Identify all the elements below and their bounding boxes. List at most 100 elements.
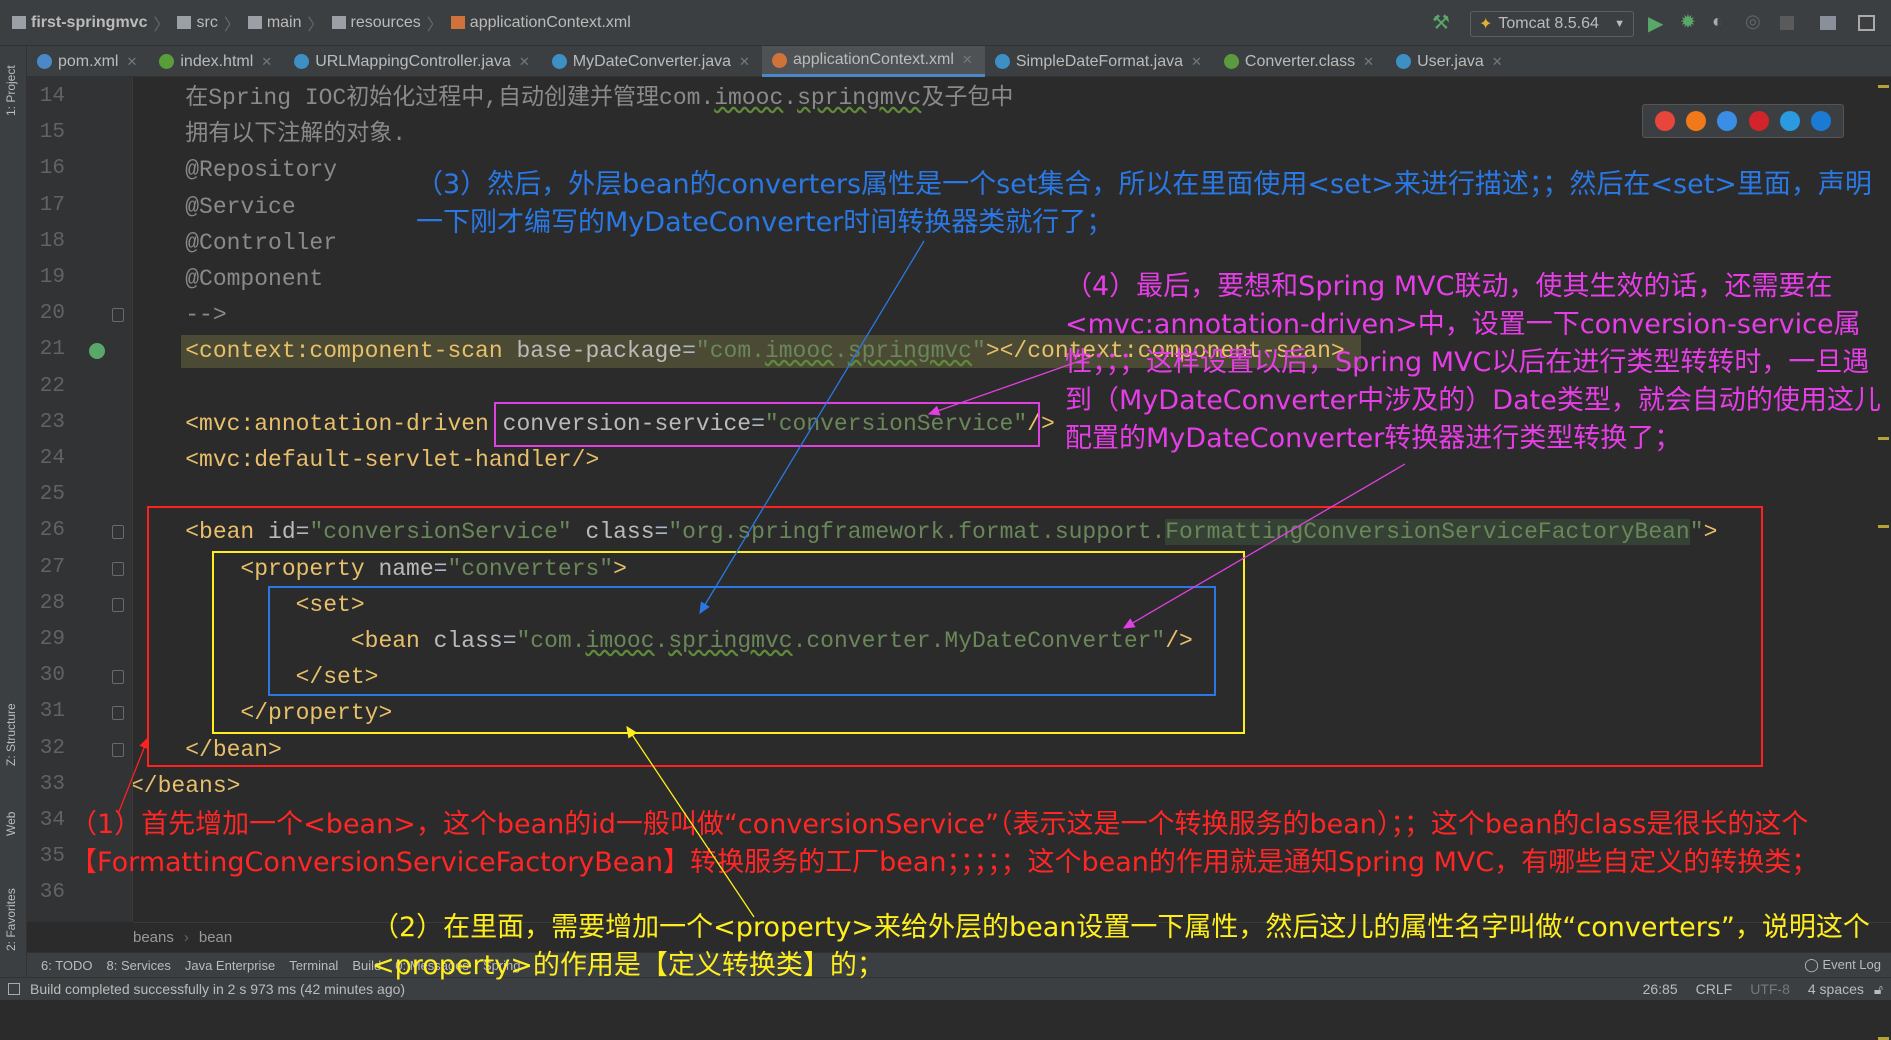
fold-icon[interactable] (112, 670, 124, 685)
line-number: 14 (39, 85, 65, 108)
fold-icon[interactable] (112, 561, 124, 576)
presentation-icon[interactable] (1858, 15, 1875, 31)
code-token: imooc (764, 338, 834, 365)
code-token: --> (133, 302, 227, 329)
breadcrumb-item[interactable]: applicationContext.xml (450, 11, 631, 35)
tab-urlmappingcontroller-java[interactable]: URLMappingController.java ✕ (284, 46, 542, 77)
firefox-icon[interactable] (1685, 111, 1706, 131)
editor-tabs: pom.xml ✕ index.html ✕ URLMappingController.… (27, 46, 1891, 77)
close-icon[interactable]: ✕ (261, 54, 272, 70)
coverage-icon[interactable]: ◐ (1712, 11, 1730, 31)
java-class-icon (994, 54, 1010, 69)
build-hammer-icon[interactable]: ⚒ (1432, 10, 1450, 34)
code-token: 及子包中 (921, 85, 1014, 111)
line-number: 21 (39, 338, 65, 362)
tab-index-html[interactable]: index.html ✕ (149, 46, 284, 77)
close-icon[interactable]: ✕ (1363, 54, 1374, 70)
fold-icon[interactable] (112, 597, 124, 612)
tab-label: applicationContext.xml (792, 51, 954, 68)
tool-window-8-services[interactable]: 8: Services (107, 958, 171, 973)
line-number: 19 (39, 266, 65, 289)
profile-icon[interactable]: ◎ (1745, 11, 1763, 31)
fold-icon[interactable] (112, 525, 124, 540)
fold-icon[interactable] (112, 742, 124, 757)
fold-icon[interactable] (112, 706, 124, 721)
breadcrumb-item[interactable]: main 〉 (247, 11, 324, 35)
tool-window-java-enterprise[interactable]: Java Enterprise (185, 958, 275, 973)
close-icon[interactable]: ✕ (519, 54, 530, 70)
close-icon[interactable]: ✕ (962, 52, 973, 68)
tab-mydateconverter-java[interactable]: MyDateConverter.java ✕ (542, 46, 762, 77)
close-icon[interactable]: ✕ (1191, 54, 1202, 70)
tool-window-terminal[interactable]: Terminal (289, 958, 338, 973)
breadcrumb-item[interactable]: resources 〉 (331, 11, 443, 35)
breadcrumb-bean[interactable]: bean (199, 929, 232, 946)
maven-icon (37, 54, 52, 69)
chrome-icon[interactable] (1654, 111, 1675, 131)
code-token: </beans> (133, 772, 241, 799)
close-icon[interactable]: ✕ (739, 54, 750, 70)
tab-simpledateformat-java[interactable]: SimpleDateFormat.java ✕ (985, 46, 1214, 77)
line-number: 28 (39, 591, 65, 615)
chevron-right-icon: 〉 (307, 16, 324, 34)
tab-label: SimpleDateFormat.java (1015, 52, 1183, 70)
folder-icon (177, 16, 192, 29)
breadcrumb-beans[interactable]: beans (133, 929, 174, 946)
line-number: 32 (39, 736, 65, 760)
web-tool-button[interactable]: Web (4, 812, 18, 836)
code-token: . (833, 338, 848, 365)
tool-window-6-todo[interactable]: 6: TODO (41, 958, 93, 973)
line-number: 26 (39, 519, 65, 543)
structure-tool-button[interactable]: Z: Structure (4, 703, 18, 766)
tab-label: index.html (180, 52, 254, 70)
line-number: 31 (39, 700, 65, 724)
project-structure-icon[interactable] (1820, 16, 1836, 30)
line-number: 16 (39, 157, 65, 181)
line-number: 27 (39, 555, 65, 579)
opera-icon[interactable] (1748, 111, 1769, 131)
code-line: @Repository (133, 152, 337, 188)
code-token: " (972, 338, 986, 365)
ie-icon[interactable] (1779, 111, 1800, 131)
annotation-step-4: （4）最后，要想和Spring MVC联动，使其生效的话，还需要在<mvc:an… (1065, 271, 1881, 454)
spring-bean-icon[interactable] (89, 343, 105, 360)
interface-icon (1223, 54, 1239, 69)
tab-user-java[interactable]: User.java ✕ (1386, 46, 1515, 77)
breadcrumb-label: applicationContext.xml (469, 13, 631, 31)
run-icon[interactable]: ▶ (1648, 11, 1666, 35)
safari-icon[interactable] (1717, 111, 1738, 131)
status-toggle-icon[interactable] (8, 983, 20, 995)
code-token: "com. (695, 338, 765, 365)
close-icon[interactable]: ✕ (126, 54, 137, 70)
edge-icon[interactable] (1811, 111, 1832, 131)
tab-converter-class[interactable]: Converter.class ✕ (1214, 46, 1386, 77)
tab-label: URLMappingController.java (315, 52, 511, 70)
code-token: . (783, 85, 798, 111)
code-token: @Repository (133, 157, 338, 184)
close-icon[interactable]: ✕ (1492, 54, 1503, 70)
code-token: springmvc (847, 338, 972, 365)
code-token: base-package (502, 338, 683, 365)
run-config-dropdown[interactable]: ✦ Tomcat 8.5.64 ▼ (1470, 11, 1634, 37)
tab-applicationcontext-xml[interactable]: applicationContext.xml ✕ (761, 46, 985, 77)
breadcrumb-label: first-springmvc (31, 13, 148, 31)
line-gutter: 14 15 16 17 18 19 20 21 22 23 24 25 26 27 28 29 30 31 32 33… (27, 77, 133, 922)
code-token: 在Spring IOC初始化过程中,自动创建并管理com. (133, 85, 715, 111)
line-number: 23 (39, 410, 65, 434)
lock-icon[interactable]: 🔓︎ (1874, 981, 1883, 998)
line-number: 35 (39, 845, 65, 869)
line-number: 20 (39, 302, 65, 326)
breadcrumb-item[interactable]: src 〉 (177, 11, 240, 35)
tab-pom-xml[interactable]: pom.xml ✕ (27, 46, 149, 77)
tab-label: pom.xml (58, 52, 119, 70)
fold-icon[interactable] (112, 308, 124, 323)
debug-icon[interactable]: ✹ (1680, 11, 1698, 33)
code-line: <mvc:default-servlet-handler/> (133, 442, 599, 478)
left-tool-strip: 1: Project Z: Structure Web 2: Favorites (0, 46, 27, 977)
stop-icon[interactable] (1780, 16, 1794, 30)
line-number: 24 (39, 447, 65, 470)
favorites-tool-button[interactable]: 2: Favorites (4, 888, 18, 951)
breadcrumb-item[interactable]: first-springmvc 〉 (12, 11, 169, 35)
project-tool-button[interactable]: 1: Project (4, 65, 18, 116)
breadcrumb-label: main (266, 13, 302, 31)
